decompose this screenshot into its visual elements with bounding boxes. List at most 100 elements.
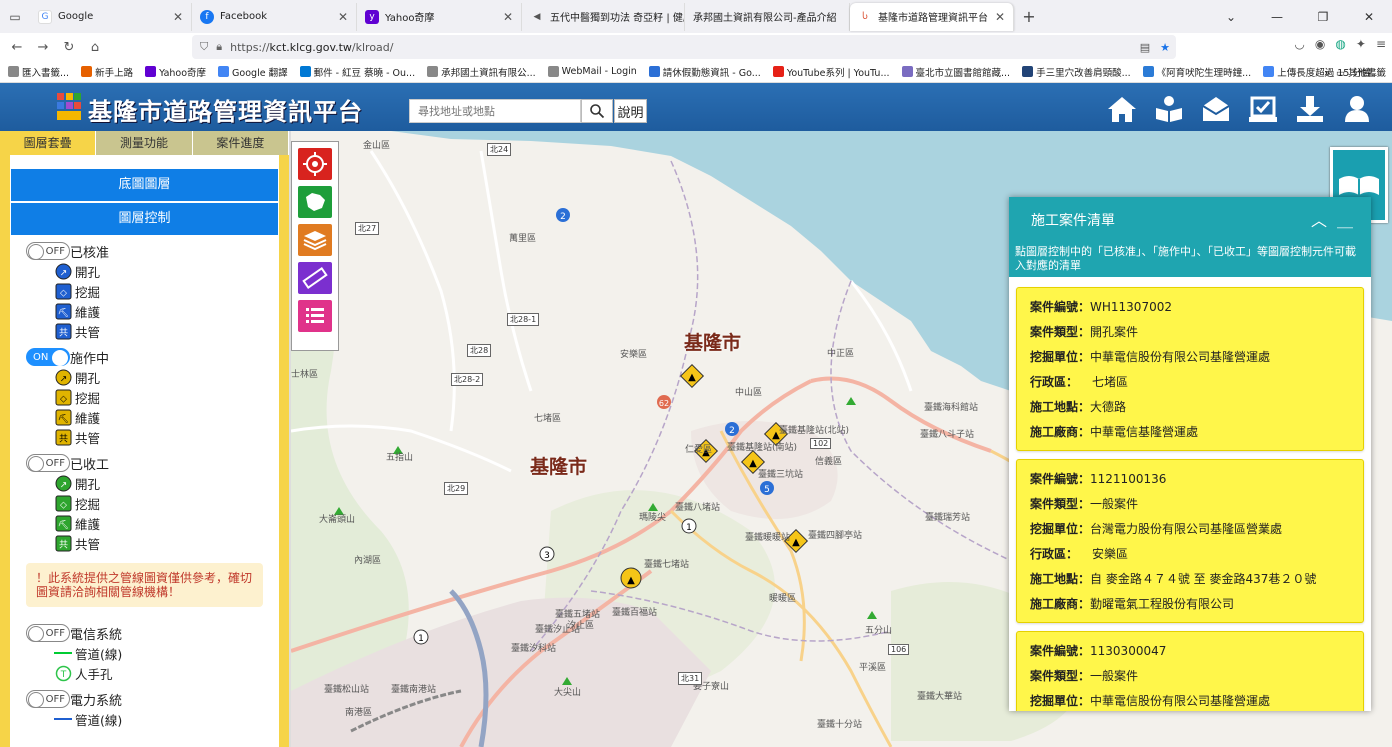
road-shield: 106 — [888, 644, 910, 655]
close-icon[interactable]: ✕ — [503, 10, 513, 24]
forward-icon[interactable]: → — [30, 40, 56, 55]
bookmark-label: Google 翻譯 — [232, 67, 288, 79]
svg-text:⛏: ⛏ — [57, 519, 68, 530]
new-tab-icon[interactable]: + — [1014, 7, 1044, 26]
district-label: 安樂區 — [620, 350, 648, 360]
browser-tab-facebook[interactable]: f Facebook ✕ — [192, 2, 357, 31]
bookmark-item[interactable]: YouTube系列 | YouTu... — [772, 65, 890, 79]
bookmark-item[interactable]: Google 翻譯 — [218, 65, 288, 79]
locate-tool-button[interactable] — [298, 148, 332, 180]
back-icon[interactable]: ← — [4, 40, 30, 55]
mail-icon[interactable] — [1201, 95, 1231, 123]
url-path: /klroad/ — [351, 40, 394, 54]
bookmark-star-icon[interactable]: ★ — [1160, 41, 1170, 54]
reload-icon[interactable]: ↻ — [56, 40, 82, 55]
app-header: 基隆市道路管理資訊平台 說明 — [0, 83, 1392, 131]
layer-group-1: ON 施作中 — [26, 347, 279, 367]
case-field-value: 自 麥金路４７４號 至 麥金路437巷２０號 — [1090, 572, 1317, 586]
case-field-label: 行政區： — [1030, 547, 1079, 561]
station-label: 臺鐵基隆站(南站) — [727, 443, 798, 453]
browser-tab-google[interactable]: G Google ✕ — [30, 2, 192, 31]
case-card[interactable]: 案件編號：1121100136 案件類型：一般案件 挖掘單位：台灣電力股份有限公司基… — [1016, 459, 1364, 623]
station-label: 臺鐵百福站 — [612, 608, 658, 618]
browser-tab-chengbang[interactable]: 承邦國土資訊有限公司-產品介紹 — [685, 2, 850, 31]
case-card[interactable]: 案件編號：1130300047 案件類型：一般案件 挖掘單位：中華電信股份有限公司基… — [1016, 631, 1364, 711]
url-bar[interactable]: ⛉ 🔒︎ https://kct.klcg.gov.tw/klroad/ ▤ ★ — [192, 35, 1176, 59]
tab-layers[interactable]: 圖層套疊 — [0, 131, 97, 155]
case-field-label: 案件類型： — [1030, 325, 1091, 339]
collapse-icon[interactable]: ︿ — [1311, 197, 1327, 245]
bookmark-item[interactable]: 臺北市立圖書館館藏... — [901, 65, 1010, 79]
tab-measure[interactable]: 測量功能 — [96, 131, 193, 155]
extension-a-icon[interactable]: ◍ — [1335, 37, 1345, 51]
layer-group-0-toggle[interactable]: OFF — [26, 242, 70, 260]
other-bookmarks[interactable]: » ▭ 其他書籤 — [1324, 65, 1386, 79]
district-label: 瑪陵尖 — [639, 513, 667, 523]
user-icon[interactable] — [1342, 95, 1372, 123]
case-card[interactable]: 案件編號：WH11307002 案件類型：開孔案件 挖掘單位：中華電信股份有限公司基… — [1016, 287, 1364, 451]
city-label: 基隆市 — [530, 456, 588, 478]
basemap-layers-button[interactable]: 底圖圖層 — [11, 169, 278, 201]
account-icon[interactable]: ◉ — [1315, 37, 1325, 51]
bookmark-item[interactable]: 郵件 - 紅豆 蔡曉 - Ou... — [299, 65, 415, 79]
restore-icon[interactable]: ❐ — [1300, 10, 1346, 24]
tab-label: 五代中醫獨到功法 奇亞籽 | 健康 — [550, 13, 685, 24]
case-field-label: 案件編號： — [1030, 644, 1091, 658]
bookmark-item[interactable]: WebMail - Login — [547, 66, 637, 77]
case-field-unit: 挖掘單位：台灣電力股份有限公司基隆區營業處 — [1030, 517, 1363, 542]
tab-overflow-icon[interactable]: ⌄ — [1208, 10, 1254, 24]
construction-type-icon: ⛏ — [54, 408, 72, 426]
manual-icon[interactable] — [1154, 95, 1184, 123]
extensions-icon[interactable]: ✦ — [1356, 37, 1366, 51]
bookmark-item[interactable]: 請休假勤態資訊 - Go... — [648, 65, 761, 79]
home-icon[interactable]: ⌂ — [82, 40, 108, 55]
telecom-layer-toggle[interactable]: OFF — [26, 624, 70, 642]
help-button[interactable]: 說明 — [614, 99, 647, 123]
checklist-icon[interactable] — [1248, 95, 1278, 123]
close-window-icon[interactable]: ✕ — [1346, 10, 1392, 24]
layer-group-1-toggle[interactable]: ON — [26, 348, 70, 366]
bookmark-item[interactable]: 承邦國土資訊有限公... — [427, 65, 536, 79]
layers-tool-button[interactable] — [298, 224, 332, 256]
layer-legend-label: 開孔 — [75, 264, 101, 280]
browser-tabbar: ▭ G Google ✕ f Facebook ✕ y Yahoo奇摩 ✕ ◀ … — [0, 0, 1392, 33]
station-label: 臺鐵八斗子站 — [920, 430, 975, 440]
close-icon[interactable]: ✕ — [173, 10, 183, 24]
district-tool-button[interactable] — [298, 186, 332, 218]
close-icon[interactable]: ✕ — [338, 10, 348, 24]
power-layer-toggle[interactable]: OFF — [26, 690, 70, 708]
tab-list-icon[interactable]: ▭ — [0, 10, 30, 24]
bookmark-item[interactable]: 手三里穴改善肩頸酸... — [1022, 65, 1131, 79]
download-icon[interactable] — [1295, 95, 1325, 123]
case-field-label: 案件類型： — [1030, 497, 1091, 511]
home-icon[interactable] — [1107, 95, 1137, 123]
pocket-icon[interactable]: ◡ — [1294, 37, 1304, 51]
district-label: 平溪區 — [859, 663, 887, 673]
browser-tab-klroad[interactable]: Ⴑ 基隆市道路管理資訊平台 ✕ — [850, 2, 1014, 31]
bookmark-item[interactable]: 新手上路 — [81, 65, 133, 79]
tab-case-progress[interactable]: 案件進度 — [192, 131, 289, 155]
bookmark-item[interactable]: Yahoo奇摩 — [145, 65, 206, 79]
close-icon[interactable]: ✕ — [995, 10, 1005, 24]
browser-tab-yahoo[interactable]: y Yahoo奇摩 ✕ — [357, 2, 522, 31]
browser-tab-health[interactable]: ◀ 五代中醫獨到功法 奇亞籽 | 健康 — [522, 2, 685, 31]
layer-control-button[interactable]: 圖層控制 — [11, 203, 278, 235]
minimize-icon[interactable]: ＿ — [1337, 197, 1353, 245]
case-panel-title: 施工案件清單 — [1031, 213, 1115, 229]
search-input[interactable] — [409, 99, 581, 123]
measure-tool-button[interactable] — [298, 262, 332, 294]
bookmark-item[interactable]: 《阿育吠陀生理時鐘... — [1142, 65, 1251, 79]
reader-icon[interactable]: ▤ — [1140, 41, 1150, 54]
bookmark-icon — [1142, 66, 1154, 77]
menu-icon[interactable]: ≡ — [1376, 37, 1386, 51]
construction-marker[interactable]: ▲ — [620, 567, 642, 589]
telecom-legend-item: 管道(線) — [26, 643, 279, 663]
minimize-icon[interactable]: — — [1254, 10, 1300, 24]
svg-text:▲: ▲ — [627, 575, 635, 586]
construction-marker[interactable]: ▲ — [679, 363, 705, 389]
layer-group-2-toggle[interactable]: OFF — [26, 454, 70, 472]
bookmark-item[interactable]: 匯入書籤... — [8, 65, 69, 79]
list-tool-button[interactable] — [298, 300, 332, 332]
search-button[interactable] — [581, 99, 613, 123]
road-shield: 102 — [810, 438, 832, 449]
